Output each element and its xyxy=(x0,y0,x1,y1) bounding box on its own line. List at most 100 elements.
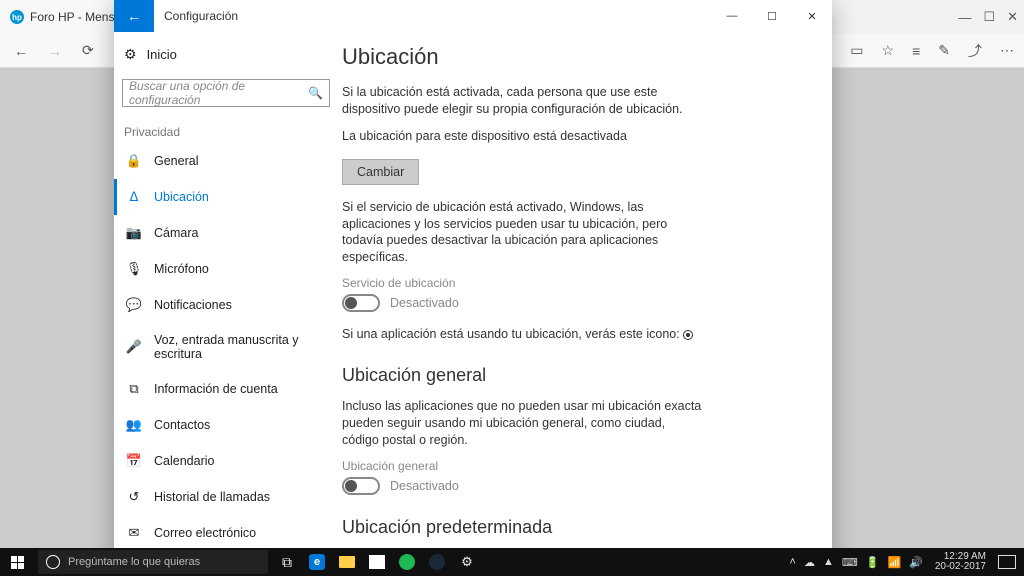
settings-sidebar: ⚙ Inicio Buscar una opción de configurac… xyxy=(114,32,338,576)
nav-label: Ubicación xyxy=(154,190,209,204)
maximize-icon[interactable]: ☐ xyxy=(983,9,995,25)
general-location-toggle[interactable] xyxy=(342,477,380,495)
nav-email[interactable]: ✉Correo electrónico xyxy=(114,515,338,551)
nav-label: Contactos xyxy=(154,418,210,432)
hp-icon: hp xyxy=(10,10,24,24)
windows-logo-icon xyxy=(11,556,24,569)
folder-icon xyxy=(339,556,355,568)
sidebar-section-label: Privacidad xyxy=(114,115,338,143)
wifi-icon[interactable]: 📶 xyxy=(887,556,901,569)
refresh-icon[interactable]: ⟳ xyxy=(82,42,94,59)
gear-icon: ⚙ xyxy=(461,554,473,570)
location-description: Si la ubicación está activada, cada pers… xyxy=(342,84,702,118)
page-title: Ubicación xyxy=(342,44,806,70)
taskbar-edge[interactable]: e xyxy=(302,548,332,576)
nav-label: Notificaciones xyxy=(154,298,232,312)
settings-window: ← Configuración — ☐ ✕ ⚙ Inicio Buscar un… xyxy=(114,0,832,576)
location-icon: ᐃ xyxy=(126,189,142,205)
nav-label: Información de cuenta xyxy=(154,382,278,396)
nav-account-info[interactable]: ⧉ Información de cuenta xyxy=(114,371,338,407)
webnotes-icon[interactable]: ✎ xyxy=(938,42,950,59)
nav-calendar[interactable]: 📅 Calendario xyxy=(114,443,338,479)
chat-icon: 💬 xyxy=(126,297,142,313)
settings-titlebar: ← Configuración — ☐ ✕ xyxy=(114,0,832,32)
settings-content[interactable]: Ubicación Si la ubicación está activada,… xyxy=(338,32,832,576)
taskbar-clock[interactable]: 12:29 AM 20-02-2017 xyxy=(931,552,990,573)
system-tray: ˄ ☁ ▲ ⌨ 🔋 📶 🔊 12:29 AM 20-02-2017 xyxy=(790,552,1024,573)
settings-search-input[interactable]: Buscar una opción de configuración 🔍 xyxy=(122,79,330,107)
taskbar-explorer[interactable] xyxy=(332,548,362,576)
cortana-icon xyxy=(46,555,60,569)
location-service-label: Servicio de ubicación xyxy=(342,276,806,290)
general-location-description: Incluso las aplicaciones que no pueden u… xyxy=(342,398,702,449)
battery-icon[interactable]: 🔋 xyxy=(866,556,880,569)
general-location-state: Desactivado xyxy=(390,479,459,493)
settings-minimize-button[interactable]: — xyxy=(712,0,752,32)
hub-icon[interactable]: ≡ xyxy=(912,43,920,59)
speech-icon: 🎤 xyxy=(126,339,142,355)
taskbar-store[interactable] xyxy=(362,548,392,576)
minimize-icon[interactable]: — xyxy=(958,10,971,25)
onedrive-icon[interactable]: ☁ xyxy=(804,556,815,569)
nav-label: Cámara xyxy=(154,226,198,240)
history-icon: ↺ xyxy=(126,489,142,505)
nav-speech[interactable]: 🎤Voz, entrada manuscrita y escritura xyxy=(114,323,338,371)
taskbar-spotify[interactable] xyxy=(392,548,422,576)
location-in-use-note: Si una aplicación está usando tu ubicaci… xyxy=(342,326,702,343)
location-service-toggle[interactable] xyxy=(342,294,380,312)
settings-back-button[interactable]: ← xyxy=(114,0,154,32)
nav-label: General xyxy=(154,154,198,168)
volume-icon[interactable]: 🔊 xyxy=(909,556,923,569)
cortana-placeholder: Pregúntame lo que quieras xyxy=(68,556,200,568)
gear-icon: ⚙ xyxy=(124,46,137,63)
task-view-button[interactable]: ⧉ xyxy=(272,548,302,576)
clock-date: 20-02-2017 xyxy=(935,562,986,573)
taskbar-steam[interactable] xyxy=(422,548,452,576)
settings-close-button[interactable]: ✕ xyxy=(792,0,832,32)
store-icon xyxy=(369,555,385,569)
edge-icon: e xyxy=(309,554,325,570)
account-icon: ⧉ xyxy=(126,381,142,397)
taskbar-settings[interactable]: ⚙ xyxy=(452,548,482,576)
spotify-icon xyxy=(399,554,415,570)
task-icons: ⧉ e ⚙ xyxy=(272,548,482,576)
favorite-icon[interactable]: ☆ xyxy=(882,42,895,59)
nav-camera[interactable]: 📷Cámara xyxy=(114,215,338,251)
nav-contacts[interactable]: 👥 Contactos xyxy=(114,407,338,443)
nav-label: Calendario xyxy=(154,454,214,468)
settings-maximize-button[interactable]: ☐ xyxy=(752,0,792,32)
device-location-status: La ubicación para este dispositivo está … xyxy=(342,128,702,145)
cortana-search[interactable]: Pregúntame lo que quieras xyxy=(38,550,268,574)
keyboard-icon[interactable]: ⌨ xyxy=(842,556,858,569)
share-icon[interactable]: ⤴ xyxy=(968,41,982,61)
taskbar: Pregúntame lo que quieras ⧉ e ⚙ ˄ ☁ ▲ ⌨ … xyxy=(0,548,1024,576)
nav-back-icon[interactable]: ← xyxy=(14,43,28,59)
general-location-label: Ubicación general xyxy=(342,459,806,473)
settings-window-title: Configuración xyxy=(154,9,238,23)
nav-location[interactable]: ᐃ Ubicación xyxy=(114,179,338,215)
home-button[interactable]: ⚙ Inicio xyxy=(114,40,338,69)
action-center-icon[interactable] xyxy=(998,555,1016,569)
reading-view-icon[interactable]: ▭ xyxy=(850,42,863,59)
calendar-icon: 📅 xyxy=(126,453,142,469)
close-icon[interactable]: ✕ xyxy=(1007,9,1018,25)
change-button[interactable]: Cambiar xyxy=(342,159,419,185)
mic-icon: 🎙 xyxy=(126,261,142,277)
nav-microphone[interactable]: 🎙Micrófono xyxy=(114,251,338,287)
mail-icon: ✉ xyxy=(126,525,142,541)
nav-forward-icon[interactable]: → xyxy=(48,43,62,59)
contacts-icon: 👥 xyxy=(126,417,142,433)
tray-overflow-icon[interactable]: ˄ xyxy=(790,556,796,568)
nav-notifications[interactable]: 💬 Notificaciones xyxy=(114,287,338,323)
nav-call-history[interactable]: ↺Historial de llamadas xyxy=(114,479,338,515)
more-icon[interactable]: ⋯ xyxy=(1000,42,1014,59)
location-service-state: Desactivado xyxy=(390,296,459,310)
lock-icon: 🔒 xyxy=(126,153,142,169)
search-placeholder: Buscar una opción de configuración xyxy=(129,79,308,107)
home-label: Inicio xyxy=(147,47,177,62)
eject-icon[interactable]: ▲ xyxy=(823,556,834,568)
location-in-use-icon xyxy=(683,330,693,340)
search-icon: 🔍 xyxy=(308,86,323,100)
start-button[interactable] xyxy=(0,548,34,576)
nav-general[interactable]: 🔒 General xyxy=(114,143,338,179)
